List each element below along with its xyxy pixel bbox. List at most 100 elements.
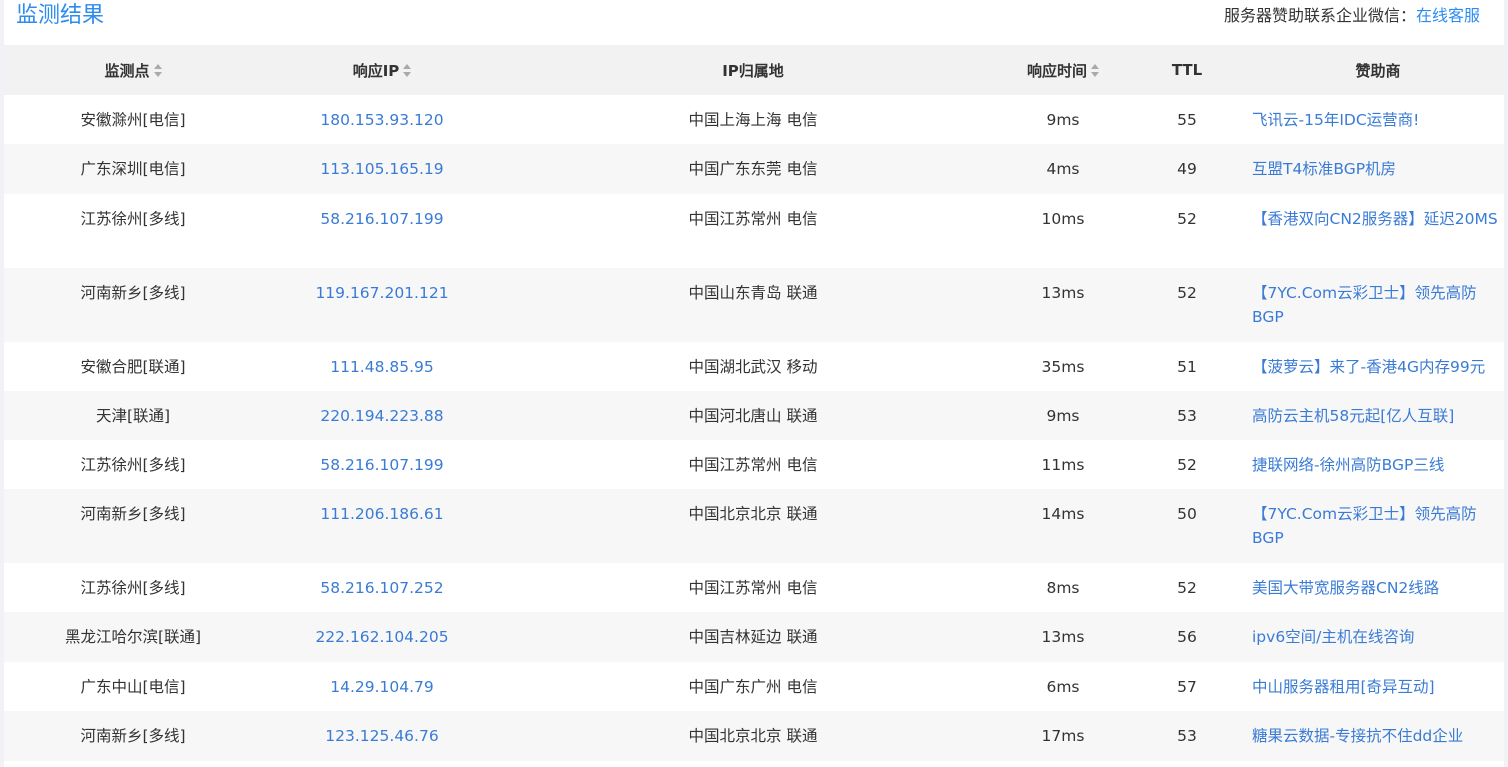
- ttl-cell: 52: [1122, 440, 1252, 489]
- ip-location-cell: 中国山东青岛 联通: [502, 268, 1004, 342]
- monitor-point-cell: 安徽合肥[联通]: [4, 342, 262, 391]
- table-row: 河南新乡[多线] 123.125.46.76 中国北京北京 联通 17ms 53 糖果云数…: [4, 711, 1504, 761]
- sponsor-link[interactable]: 【菠萝云】来了-香港4G内存99元: [1252, 342, 1504, 391]
- response-ip-link[interactable]: 58.216.107.252: [262, 563, 502, 612]
- sponsor-link[interactable]: 【7YC.Com云彩卫士】领先高防BGP: [1252, 489, 1504, 563]
- table-row: 广东深圳[电信] 113.105.165.19 中国广东东莞 电信 4ms 49 互盟T4…: [4, 144, 1504, 194]
- monitor-point-cell: 河南新乡[多线]: [4, 711, 262, 761]
- response-ip-link[interactable]: 58.216.107.199: [262, 440, 502, 489]
- response-time-cell: 4ms: [1004, 144, 1122, 194]
- ip-location-cell: 中国上海上海 电信: [502, 95, 1004, 144]
- sponsor-link[interactable]: 中山服务器租用[奇异互动]: [1252, 662, 1504, 711]
- ip-location-cell: 中国江苏常州 电信: [502, 440, 1004, 489]
- ttl-cell: 50: [1122, 489, 1252, 563]
- response-time-cell: 13ms: [1004, 612, 1122, 662]
- col-ttl: TTL: [1122, 45, 1252, 95]
- table-row: 江苏徐州[多线] 58.216.107.252 中国江苏常州 电信 8ms 52 美国大带…: [4, 563, 1504, 612]
- table-row: 广东中山[电信] 14.29.104.79 中国广东广州 电信 6ms 57 中山服务器租…: [4, 662, 1504, 711]
- sort-icon[interactable]: [403, 64, 412, 78]
- col-response-time[interactable]: 响应时间: [1004, 45, 1122, 95]
- sponsor-link[interactable]: 美国大带宽服务器CN2线路: [1252, 563, 1504, 612]
- table-row: 江苏徐州[多线] 58.216.107.199 中国江苏常州 电信 11ms 52 捷联网…: [4, 440, 1504, 489]
- sponsor-link[interactable]: 【香港双向CN2服务器】延迟20MS: [1252, 194, 1504, 268]
- monitor-point-cell: 河南新乡[多线]: [4, 489, 262, 563]
- ip-location-cell: 中国江苏常州 电信: [502, 194, 1004, 268]
- response-ip-link[interactable]: 119.167.201.121: [262, 268, 502, 342]
- table-row: 河南新乡[多线] 111.206.186.61 中国北京北京 联通 14ms 50 【7Y…: [4, 489, 1504, 563]
- ttl-cell: 52: [1122, 268, 1252, 342]
- ip-location-cell: 中国北京北京 联通: [502, 711, 1004, 761]
- response-ip-link[interactable]: 123.125.46.76: [262, 711, 502, 761]
- sort-icon[interactable]: [1091, 64, 1099, 78]
- online-service-link[interactable]: 在线客服: [1416, 6, 1480, 25]
- ttl-cell: 55: [1122, 95, 1252, 144]
- monitor-point-cell: 黑龙江哈尔滨[联通]: [4, 612, 262, 662]
- response-time-cell: 14ms: [1004, 489, 1122, 563]
- response-time-cell: 13ms: [1004, 268, 1122, 342]
- response-ip-link[interactable]: 111.48.85.95: [262, 342, 502, 391]
- table-row: 黑龙江哈尔滨[联通] 222.162.104.205 中国吉林延边 联通 13ms 56…: [4, 612, 1504, 662]
- response-time-cell: 10ms: [1004, 194, 1122, 268]
- ip-location-cell: 中国湖北武汉 移动: [502, 342, 1004, 391]
- table-row: 安徽滁州[电信] 180.153.93.120 中国上海上海 电信 9ms 55 飞讯云-…: [4, 95, 1504, 144]
- response-time-cell: 6ms: [1004, 662, 1122, 711]
- sponsor-contact: 服务器赞助联系企业微信：在线客服: [1224, 6, 1480, 26]
- ttl-cell: 53: [1122, 391, 1252, 440]
- ttl-cell: 52: [1122, 194, 1252, 268]
- table-row: 天津[联通] 220.194.223.88 中国河北唐山 联通 9ms 53 高防云主机5…: [4, 391, 1504, 440]
- table-row: 河南新乡[多线] 119.167.201.121 中国山东青岛 联通 13ms 52 【7…: [4, 268, 1504, 342]
- ttl-cell: 49: [1122, 144, 1252, 194]
- sponsor-link[interactable]: 高防云主机58元起[亿人互联]: [1252, 391, 1504, 440]
- col-ip-location: IP归属地: [502, 45, 1004, 95]
- sponsor-link[interactable]: 糖果云数据-专接抗不住dd企业: [1252, 711, 1504, 761]
- table-row: 江苏徐州[多线] 58.216.107.199 中国江苏常州 电信 10ms 52 【香港…: [4, 194, 1504, 268]
- ip-location-cell: 中国江苏常州 电信: [502, 563, 1004, 612]
- ip-location-cell: 中国广东广州 电信: [502, 662, 1004, 711]
- response-ip-link[interactable]: 111.206.186.61: [262, 489, 502, 563]
- page-title: 监测结果: [16, 3, 105, 28]
- monitor-point-cell: 河南新乡[多线]: [4, 268, 262, 342]
- sponsor-link[interactable]: 捷联网络-徐州高防BGP三线: [1252, 440, 1504, 489]
- ip-location-cell: 中国河北唐山 联通: [502, 391, 1004, 440]
- response-time-cell: 17ms: [1004, 711, 1122, 761]
- ttl-cell: 52: [1122, 563, 1252, 612]
- sort-icon[interactable]: [153, 64, 162, 78]
- response-ip-link[interactable]: 222.162.104.205: [262, 612, 502, 662]
- table-row: 安徽合肥[联通] 111.48.85.95 中国湖北武汉 移动 35ms 51 【菠萝云】…: [4, 342, 1504, 391]
- sponsor-link[interactable]: 飞讯云-15年IDC运营商!: [1252, 95, 1504, 144]
- sponsor-link[interactable]: ipv6空间/主机在线咨询: [1252, 612, 1504, 662]
- table-header-row: 监测点 响应IP IP归属地 响应时间 TTL 赞助商: [4, 45, 1504, 95]
- response-ip-link[interactable]: 58.216.107.199: [262, 194, 502, 268]
- response-time-cell: 35ms: [1004, 342, 1122, 391]
- col-response-ip[interactable]: 响应IP: [262, 45, 502, 95]
- response-ip-link[interactable]: 220.194.223.88: [262, 391, 502, 440]
- response-ip-link[interactable]: 113.105.165.19: [262, 144, 502, 194]
- response-ip-link[interactable]: 14.29.104.79: [262, 662, 502, 711]
- monitor-point-cell: 广东中山[电信]: [4, 662, 262, 711]
- response-time-cell: 9ms: [1004, 95, 1122, 144]
- monitor-point-cell: 江苏徐州[多线]: [4, 194, 262, 268]
- monitor-point-cell: 天津[联通]: [4, 391, 262, 440]
- ip-location-cell: 中国广东东莞 电信: [502, 144, 1004, 194]
- response-ip-link[interactable]: 180.153.93.120: [262, 95, 502, 144]
- ttl-cell: 53: [1122, 711, 1252, 761]
- monitor-point-cell: 江苏徐州[多线]: [4, 440, 262, 489]
- result-panel: 监测结果 服务器赞助联系企业微信：在线客服 监测点 响应IP IP归属地 响应时…: [4, 0, 1504, 767]
- result-table: 监测点 响应IP IP归属地 响应时间 TTL 赞助商 安徽滁州[电信] 180.…: [4, 45, 1504, 761]
- col-sponsor: 赞助商: [1252, 45, 1504, 95]
- monitor-point-cell: 江苏徐州[多线]: [4, 563, 262, 612]
- response-time-cell: 9ms: [1004, 391, 1122, 440]
- contact-label: 服务器赞助联系企业微信：: [1223, 6, 1416, 25]
- monitor-point-cell: 安徽滁州[电信]: [4, 95, 262, 144]
- col-monitor-point[interactable]: 监测点: [4, 45, 262, 95]
- response-time-cell: 11ms: [1004, 440, 1122, 489]
- response-time-cell: 8ms: [1004, 563, 1122, 612]
- ip-location-cell: 中国北京北京 联通: [502, 489, 1004, 563]
- ttl-cell: 51: [1122, 342, 1252, 391]
- monitor-point-cell: 广东深圳[电信]: [4, 144, 262, 194]
- ttl-cell: 57: [1122, 662, 1252, 711]
- panel-header: 监测结果 服务器赞助联系企业微信：在线客服: [4, 0, 1504, 45]
- ip-location-cell: 中国吉林延边 联通: [502, 612, 1004, 662]
- sponsor-link[interactable]: 互盟T4标准BGP机房: [1252, 144, 1504, 194]
- sponsor-link[interactable]: 【7YC.Com云彩卫士】领先高防BGP: [1252, 268, 1504, 342]
